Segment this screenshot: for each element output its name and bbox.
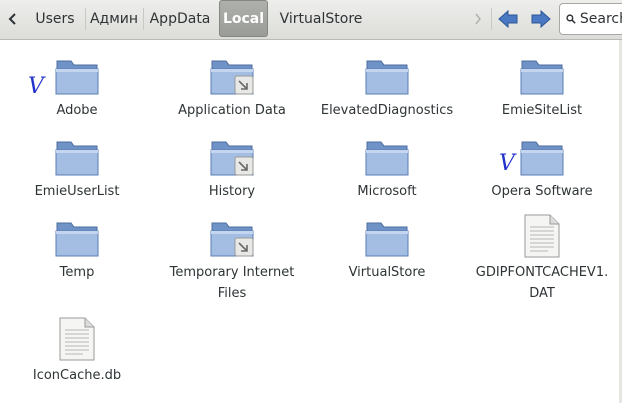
folder-item-emiesitelist[interactable]: EmieSiteList	[467, 56, 617, 124]
folder-icon	[520, 60, 564, 95]
file-item-gdipfontcachev1[interactable]: GDIPFONTCACHEV1.DAT	[467, 214, 617, 308]
folder-item-opera-software[interactable]: Opera Software	[467, 137, 617, 205]
item-label: Application Data	[178, 103, 286, 118]
folder-link-icon	[210, 222, 254, 257]
chevron-left-icon	[8, 13, 16, 25]
nav-back-button[interactable]	[494, 2, 522, 36]
folder-icon	[55, 60, 99, 95]
folder-link-icon	[210, 141, 254, 176]
annotation-check-mark: V	[28, 74, 44, 99]
item-label: ElevatedDiagnostics	[320, 103, 454, 118]
breadcrumb-more-button[interactable]	[468, 2, 488, 36]
item-label: EmieUserList	[34, 184, 120, 199]
chevron-right-icon	[475, 13, 481, 25]
search-label: Search	[579, 11, 622, 27]
toolbar: Users Админ AppData Local VirtualStore S…	[0, 0, 622, 40]
breadcrumb-users[interactable]: Users	[26, 2, 84, 36]
breadcrumb-admin[interactable]: Админ	[86, 2, 142, 36]
item-label: History	[208, 184, 256, 199]
item-label: IconCache.db	[32, 368, 122, 383]
folder-icon	[365, 222, 409, 257]
annotation-check-mark: V	[499, 151, 515, 176]
folder-icon	[365, 60, 409, 95]
breadcrumb-virtualstore[interactable]: VirtualStore	[270, 2, 372, 36]
search-button[interactable]: Search	[559, 3, 622, 35]
item-label: Temp	[59, 265, 95, 280]
document-icon	[59, 317, 95, 361]
folder-item-application-data[interactable]: Application Data	[157, 56, 307, 124]
folder-item-microsoft[interactable]: Microsoft	[312, 137, 462, 205]
search-icon	[566, 14, 576, 24]
toolbar-divider	[491, 8, 492, 30]
item-label: Microsoft	[357, 184, 417, 199]
document-icon	[524, 214, 560, 258]
folder-item-temp[interactable]: Temp	[2, 218, 152, 286]
breadcrumb-appdata[interactable]: AppData	[144, 2, 216, 36]
item-label: Opera Software	[491, 184, 593, 199]
arrow-left-icon	[498, 9, 518, 29]
back-button[interactable]	[2, 2, 24, 36]
folder-item-adobe[interactable]: Adobe	[2, 56, 152, 124]
folder-link-icon	[210, 60, 254, 95]
folder-icon	[55, 222, 99, 257]
arrow-right-icon	[531, 9, 551, 29]
folder-item-history[interactable]: History	[157, 137, 307, 205]
folder-item-elevated-diagnostics[interactable]: ElevatedDiagnostics	[312, 56, 462, 124]
nav-forward-button[interactable]	[527, 2, 555, 36]
breadcrumb-local[interactable]: Local	[219, 0, 268, 37]
item-label: GDIPFONTCACHEV1.DAT	[475, 265, 609, 301]
item-label: Temporary Internet Files	[169, 265, 295, 301]
folder-item-emieuserlist[interactable]: EmieUserList	[2, 137, 152, 205]
item-label: Adobe	[56, 103, 98, 118]
folder-icon	[55, 141, 99, 176]
folder-icon	[520, 141, 564, 176]
item-label: VirtualStore	[348, 265, 426, 280]
folder-item-virtualstore[interactable]: VirtualStore	[312, 218, 462, 286]
file-item-iconcache[interactable]: IconCache.db	[2, 317, 152, 389]
folder-icon	[365, 141, 409, 176]
folder-item-temporary-internet-files[interactable]: Temporary Internet Files	[157, 218, 307, 308]
item-label: EmieSiteList	[501, 103, 583, 118]
